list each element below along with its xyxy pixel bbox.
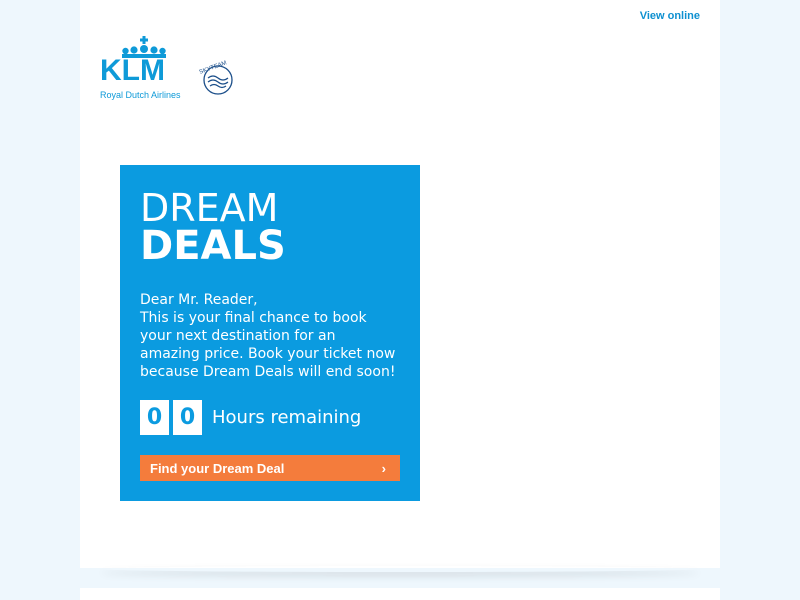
promo-title-bold: DEALS [140,223,286,269]
promo-message: Dear Mr. Reader, This is your final chan… [140,291,408,381]
find-dream-deal-button[interactable]: Find your Dream Deal › [140,455,400,481]
skyteam-wordmark: SKYTEAM [199,60,228,75]
countdown-digit-ones: 0 [173,399,202,435]
card-shadow [100,566,700,572]
dream-deals-banner: DREAM DEALS Dear Mr. Reader, This is you… [120,165,420,501]
logo-tagline: Royal Dutch Airlines [100,90,181,100]
next-email-section [80,588,720,600]
chevron-right-icon: › [381,460,386,476]
message-line: This is your final chance to book [140,310,367,326]
email-card: View online KLM Royal Dutch Airlines SKY… [80,0,720,568]
klm-wordmark: KLM [100,54,165,87]
countdown-label: Hours remaining [212,406,362,428]
message-line: because Dream Deals will end soon! [140,364,396,380]
view-online-link[interactable]: View online [640,10,700,22]
countdown-timer: 0 0 Hours remaining [140,399,361,435]
message-line: your next destination for an [140,328,336,344]
skyteam-logo-icon: SKYTEAM [199,60,233,95]
countdown-digit-tens: 0 [140,399,169,435]
promo-title-light: DREAM [140,186,279,230]
message-line: Dear Mr. Reader, [140,292,258,308]
klm-logo: KLM Royal Dutch Airlines SKYTEAM [100,36,240,106]
cta-label: Find your Dream Deal [150,460,285,476]
message-line: amazing price. Book your ticket now [140,346,396,362]
